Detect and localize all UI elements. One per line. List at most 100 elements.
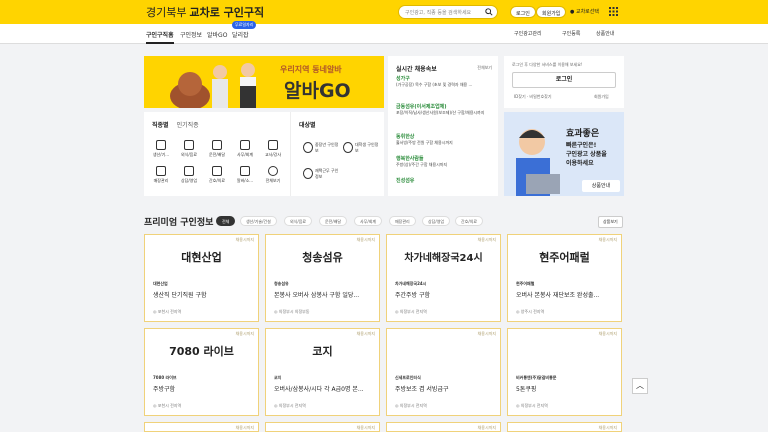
card-job-title: 오버사 본봉사 재단보조 완성출... <box>516 292 600 299</box>
top-bar: 경기북부 교차로 구인구직 구인광고, 직종 등을 검색하세요 로그인 회원가입 … <box>0 0 768 24</box>
filter-delivery[interactable]: 운전/배달 <box>319 216 348 226</box>
job-card[interactable]: 채용시까지 차가네해장국24시 차가네해장국24시 주간주방 구함 ◎ 의정부시… <box>386 234 501 322</box>
card-job-title: 본봉사 오버사 삼봉사 구함 일당... <box>274 292 360 299</box>
job-card[interactable]: 채용시까지 신세프로인터식 주방보조 겸 서빙급구 ◎ 의정부시 전지역 <box>386 328 501 416</box>
job-card[interactable]: 채용시까지 <box>507 422 622 432</box>
card-deadline: 채용시까지 <box>235 425 254 430</box>
category-production[interactable]: 생산/기... <box>150 140 172 158</box>
card-location: ◎ 의정부시 전지역 <box>516 403 548 408</box>
job-card[interactable]: 채용시까지 코지 코지 오버사/삼봉사/시다 각 A급0명 본... ◎ 의정부… <box>265 328 380 416</box>
filter-all[interactable]: 전체 <box>216 216 236 226</box>
category-sales[interactable]: 상담/영업 <box>178 166 200 184</box>
nav-dallijob[interactable]: 달리잡 <box>232 30 249 39</box>
category-all[interactable]: 전체보기 <box>262 166 284 184</box>
location-select[interactable]: ● 교차로선택 <box>570 8 599 15</box>
tab-by-job[interactable]: 직종별 <box>152 122 169 129</box>
student-icon <box>343 142 353 153</box>
nav-home[interactable]: 구인구직홈 <box>146 30 174 44</box>
nav-job-info[interactable]: 구인정보 <box>180 30 202 39</box>
location-pin-icon: ◎ <box>516 403 520 408</box>
card-location: ◎ 포천시 전지역 <box>153 309 182 314</box>
job-card[interactable]: 채용시까지 <box>386 422 501 432</box>
location-pin-icon: ● <box>570 9 575 15</box>
filter-medical[interactable]: 간호/의료 <box>455 216 484 226</box>
panel-login-button[interactable]: 로그인 <box>512 72 616 88</box>
main-nav: 구인구직홈 구인정보 알바GO 달리잡 무료일자리 구인광고관리 구인등록 상품… <box>0 21 768 44</box>
card-logo: 청송섬유 <box>302 251 343 264</box>
realtime-item[interactable]: 진성섬유 <box>396 178 494 184</box>
realtime-item[interactable]: 금동섬유(이서제조업체) 포장/이직/납사/생산사원(보조제)/산 구함/채용시까… <box>396 104 494 116</box>
card-job-title: 주간주방 구함 <box>395 292 431 299</box>
category-medical[interactable]: 간호/의료 <box>206 166 228 184</box>
panel-signup-link[interactable]: 회원가입 <box>594 94 609 100</box>
card-location: ◎ 의정부시 전지역 <box>395 309 427 314</box>
filter-food[interactable]: 외식/음료 <box>284 216 313 226</box>
card-deadline: 채용시까지 <box>235 237 254 242</box>
find-account-link[interactable]: ID찾기 · 비밀번호찾기 <box>514 94 552 100</box>
category-parttime[interactable]: 알바/소... <box>234 166 256 184</box>
search-icon[interactable] <box>485 8 493 16</box>
card-job-title: 5톤쿠핑 <box>516 386 537 393</box>
product-ad-banner[interactable]: 효과좋은 빠른구인은! 구인광고 상품을 이용하세요 상품안내 <box>504 112 624 196</box>
filter-store[interactable]: 매장관리 <box>389 216 416 226</box>
filter-sales[interactable]: 상담/영업 <box>422 216 451 226</box>
category-teacher[interactable]: 교사/강사 <box>262 140 284 158</box>
realtime-all-link[interactable]: 전체보기 <box>477 65 492 71</box>
job-card[interactable]: 채용시까지 대현산업 대현산업 생산직 단기직원 구함 ◎ 포천시 전지역 <box>144 234 259 322</box>
realtime-item[interactable]: 성가구 (가구공장) 목수 구함 (초보 및 경력자 채용 ... <box>396 76 494 88</box>
card-job-title: 오버사/삼봉사/시다 각 A급0명 본... <box>274 386 364 393</box>
headset-icon <box>184 166 194 176</box>
target-remote[interactable]: 재택근무 구인정보 <box>303 168 339 180</box>
job-card[interactable]: 채용시까지 비커롱앤(주)닭갈비롱문 5톤쿠핑 ◎ 의정부시 전지역 <box>507 328 622 416</box>
job-card[interactable]: 채용시까지 <box>265 422 380 432</box>
category-food[interactable]: 외식/음료 <box>178 140 200 158</box>
product-info-button[interactable]: 상품안내 <box>582 180 620 192</box>
site-logo[interactable]: 경기북부 교차로 구인구직 <box>146 4 264 20</box>
card-deadline: 채용시까지 <box>598 425 617 430</box>
card-location: ◎ 의정부시 전지역 <box>274 403 306 408</box>
menu-grid-icon[interactable] <box>609 7 618 16</box>
chat-icon <box>240 166 250 176</box>
card-company: 비커롱앤(주)닭갈비롱문 <box>516 375 557 380</box>
job-card[interactable]: 채용시까지 7080 라이브 7080 라이브 주방구함 ◎ 포천시 전지역 <box>144 328 259 416</box>
card-job-title: 주방구함 <box>153 386 176 393</box>
job-card[interactable]: 채용시까지 <box>144 422 259 432</box>
search-input[interactable]: 구인광고, 직종 등을 검색하세요 <box>398 5 498 19</box>
card-logo: 코지 <box>312 345 333 358</box>
job-card[interactable]: 채용시까지 청송섬유 청송섬유 본봉사 오버사 삼봉사 구함 일당... ◎ 의… <box>265 234 380 322</box>
location-label: 교차로선택 <box>575 9 599 15</box>
tab-popular-jobs[interactable]: 인기직종 <box>177 122 199 129</box>
nav-product-info[interactable]: 상품안내 <box>596 30 614 37</box>
filter-production[interactable]: 생산/기술/건설 <box>240 216 277 226</box>
card-location: ◎ 의정부시 의정부동 <box>274 309 310 314</box>
premium-more-button[interactable]: 상품보기 <box>598 216 623 228</box>
card-logo: 대현산업 <box>181 251 222 264</box>
realtime-item[interactable]: 행복한사람들 주방(상)/주간 구함 채용시까지 <box>396 156 494 168</box>
filter-office[interactable]: 사무/회계 <box>354 216 383 226</box>
card-location: ◎ 포천시 전지역 <box>153 403 182 408</box>
category-office[interactable]: 사무/회계 <box>234 140 256 158</box>
category-store[interactable]: 매장관리 <box>150 166 172 184</box>
site-region: 경기북부 <box>146 6 187 19</box>
person-icon <box>303 142 313 153</box>
nav-job-register[interactable]: 구인등록 <box>562 30 580 37</box>
realtime-item[interactable]: 동휘한상 홀서빙/주방 전원 구함 채용시까지 <box>396 134 494 146</box>
search-placeholder: 구인광고, 직종 등을 검색하세요 <box>405 10 472 16</box>
location-pin-icon: ◎ <box>274 403 278 408</box>
card-deadline: 채용시까지 <box>477 425 496 430</box>
nav-ad-manage[interactable]: 구인광고관리 <box>514 30 542 37</box>
login-button[interactable]: 로그인 <box>510 6 536 18</box>
job-card[interactable]: 채용시까지 현주어패럴 현주어패럴 오버사 본봉사 재단보조 완성출... ◎ … <box>507 234 622 322</box>
scroll-top-button[interactable]: ︿ <box>632 378 648 394</box>
card-job-title: 생산직 단기직원 구함 <box>153 292 207 299</box>
card-logo: 현주어패럴 <box>539 251 590 264</box>
signup-button[interactable]: 회원가입 <box>536 6 567 18</box>
card-company: 신세프로인터식 <box>395 375 421 380</box>
target-student[interactable]: 대학생 구인정보 <box>343 142 379 154</box>
target-middle-aged[interactable]: 중장년 구인정보 <box>303 142 339 154</box>
category-delivery[interactable]: 운전/배달 <box>206 140 228 158</box>
albago-banner[interactable]: 우리지역 동네알바 알바GO <box>144 56 384 108</box>
banner-subtitle: 우리지역 동네알바 <box>280 65 342 74</box>
card-company: 현주어패럴 <box>516 281 535 286</box>
nav-albago[interactable]: 알바GO <box>207 30 227 39</box>
